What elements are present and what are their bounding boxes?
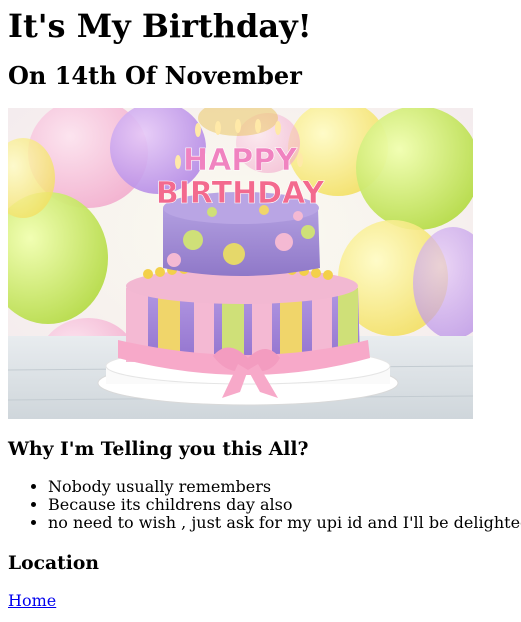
reasons-list: Nobody usually remembers Because its chi… [8,478,521,532]
home-link[interactable]: Home [8,591,56,611]
list-item: Because its childrens day also [48,496,521,514]
birthday-cake-image: HAPPY BIRTHDAY [8,108,473,419]
list-item: no need to wish , just ask for my upi id… [48,514,521,532]
list-item: Nobody usually remembers [48,478,521,496]
cake-happy-text: HAPPY [183,143,298,178]
page-title: It's My Birthday! [8,7,312,45]
location-heading: Location [8,552,99,574]
page-subtitle: On 14th Of November [8,61,302,90]
cake-birthday-text: BIRTHDAY [156,176,326,211]
why-heading: Why I'm Telling you this All? [8,438,309,460]
